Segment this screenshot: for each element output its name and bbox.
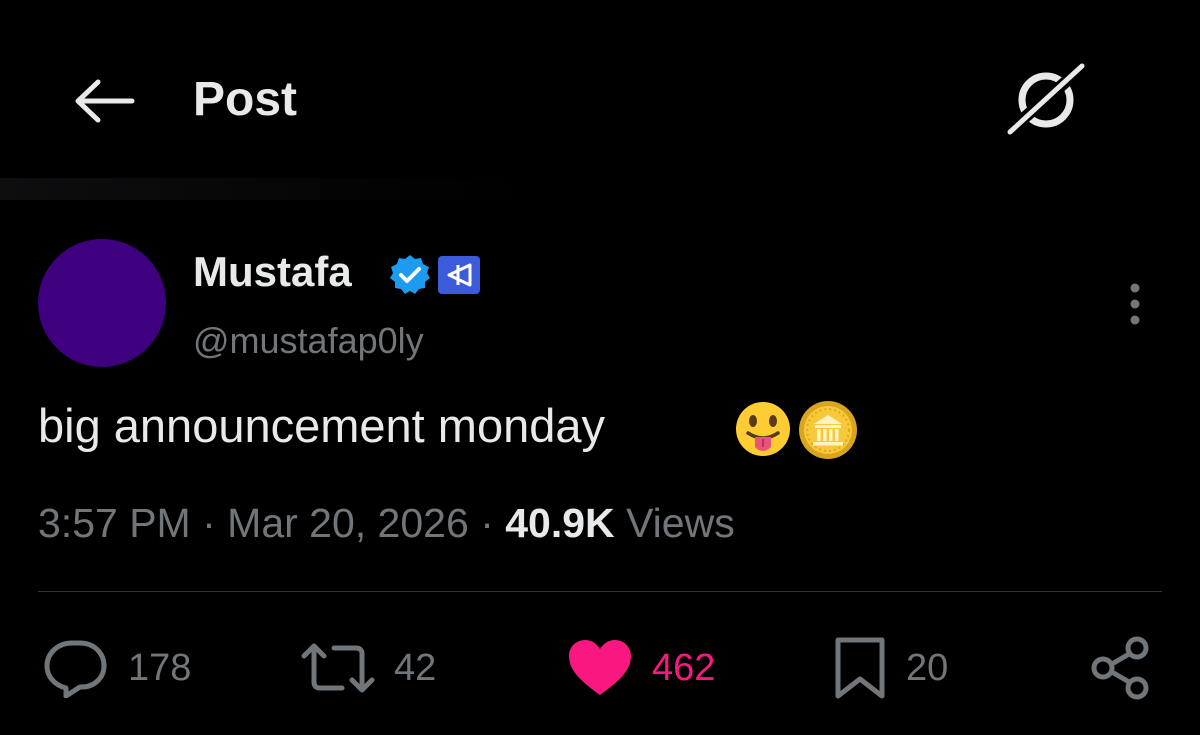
post-time[interactable]: 3:57 PM — [38, 500, 191, 546]
bookmark-count: 20 — [906, 646, 949, 689]
reply-icon — [44, 640, 107, 698]
heart-filled-icon — [569, 640, 631, 695]
repost-count: 42 — [394, 646, 437, 689]
tongue-out-face-emoji — [736, 402, 790, 456]
grok-icon — [1002, 60, 1090, 138]
separator-dot: · — [202, 500, 216, 546]
affiliate-logo-icon — [438, 256, 480, 294]
repost-button[interactable]: 42 — [300, 628, 436, 708]
bookmark-icon — [835, 637, 885, 699]
back-button[interactable] — [72, 78, 136, 124]
grok-button[interactable] — [1002, 60, 1090, 138]
arrow-left-icon — [75, 79, 135, 123]
page-title: Post — [193, 73, 298, 126]
like-button[interactable]: 462 — [566, 628, 715, 708]
post-metadata: 3:57 PM · Mar 20, 2026 · 40.9K Views — [38, 500, 735, 547]
more-options-button[interactable] — [1114, 282, 1156, 326]
separator-dot: · — [480, 500, 494, 546]
more-vertical-icon — [1130, 283, 1140, 325]
coin-emoji — [799, 401, 857, 459]
share-icon — [1091, 636, 1149, 700]
divider — [38, 591, 1162, 592]
share-button[interactable] — [1088, 628, 1154, 708]
views-count: 40.9K — [505, 500, 615, 546]
views-label: Views — [626, 500, 735, 546]
post-text: big announcement monday — [38, 399, 606, 452]
top-bar: Post — [0, 0, 1200, 200]
header-shadow — [0, 178, 540, 200]
post-date[interactable]: Mar 20, 2026 — [227, 500, 469, 546]
author-display-name[interactable]: Mustafa — [193, 248, 352, 296]
bookmark-button[interactable]: 20 — [832, 628, 948, 708]
repost-icon — [301, 643, 375, 693]
verified-badge-icon — [390, 255, 430, 294]
author-handle[interactable]: @mustafap0ly — [193, 320, 424, 362]
avatar[interactable] — [38, 239, 166, 367]
reply-button[interactable]: 178 — [42, 628, 191, 708]
reply-count: 178 — [128, 646, 192, 689]
like-count: 462 — [652, 646, 716, 689]
